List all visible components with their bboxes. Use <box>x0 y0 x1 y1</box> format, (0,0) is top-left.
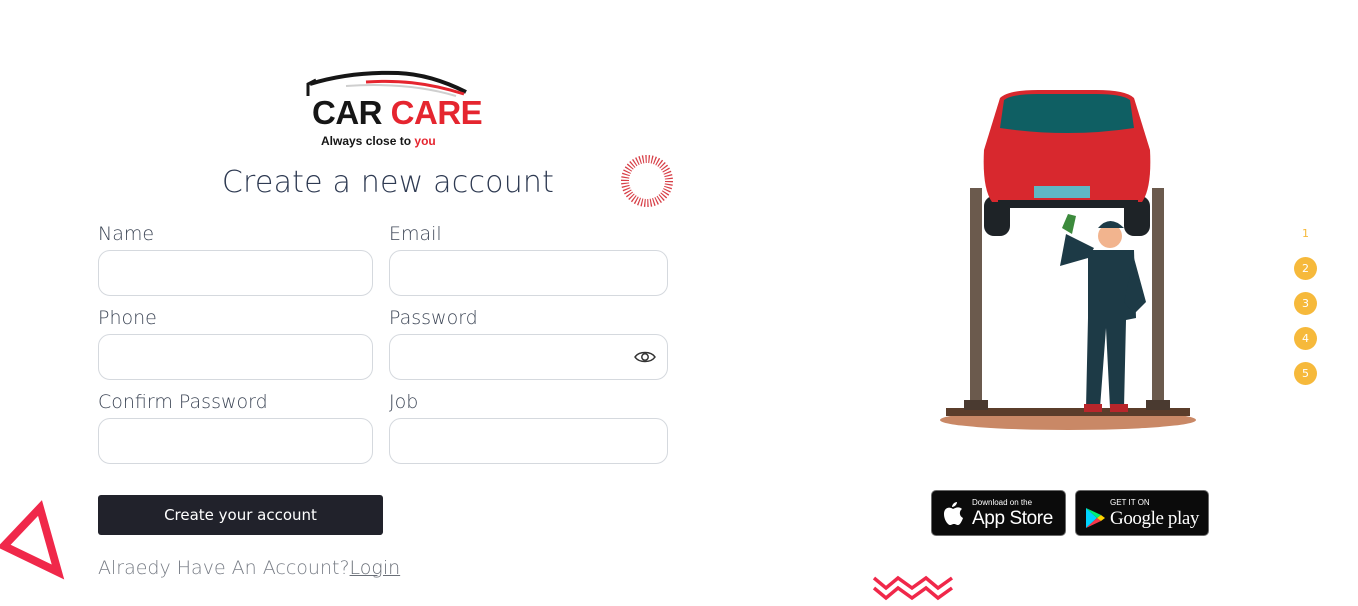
pager-item-5[interactable]: 5 <box>1294 362 1317 385</box>
google-play-big-text: Google play <box>1110 508 1199 529</box>
brand-name: CAR CARE <box>312 94 483 131</box>
confirm-password-label: Confirm Password <box>98 391 268 413</box>
create-account-button[interactable]: Create your account <box>98 495 383 535</box>
pager-item-3[interactable]: 3 <box>1294 292 1317 315</box>
zigzag-decoration <box>872 575 954 601</box>
password-input[interactable] <box>389 334 668 380</box>
login-prompt-text: Alraedy Have An Account? <box>98 557 350 579</box>
app-store-big-text: App Store <box>972 508 1053 529</box>
name-input[interactable] <box>98 250 373 296</box>
pager-item-2[interactable]: 2 <box>1294 257 1317 280</box>
pager-item-1[interactable]: 1 <box>1294 222 1317 245</box>
eye-icon[interactable] <box>634 349 656 365</box>
confirm-password-input[interactable] <box>98 418 373 464</box>
brand-tagline: Always close to you <box>321 134 436 148</box>
car-care-logo: CAR CARE Always close to you <box>306 70 483 150</box>
phone-input[interactable] <box>98 334 373 380</box>
phone-label: Phone <box>98 307 157 329</box>
page-title: Create a new account <box>221 165 555 200</box>
mechanic-car-lift-illustration <box>940 90 1196 430</box>
google-play-icon <box>1086 508 1105 528</box>
tagline-main: Always close to <box>321 134 412 148</box>
google-play-small-text: GET IT ON <box>1110 498 1150 507</box>
email-label: Email <box>389 223 442 245</box>
name-label: Name <box>98 223 155 245</box>
brand-name-part2: CARE <box>390 94 483 131</box>
login-link[interactable]: Login <box>350 557 401 579</box>
app-store-small-text: Download on the <box>972 498 1033 507</box>
password-label: Password <box>389 307 478 329</box>
tagline-accent: you <box>414 134 436 148</box>
apple-icon <box>944 502 963 525</box>
brand-name-part1: CAR <box>312 94 383 131</box>
google-play-button[interactable]: GET IT ON Google play <box>1075 490 1209 536</box>
app-store-button[interactable]: Download on the App Store <box>931 490 1066 536</box>
pager-item-4[interactable]: 4 <box>1294 327 1317 350</box>
email-input[interactable] <box>389 250 668 296</box>
login-prompt: Alraedy Have An Account?Login <box>98 557 400 579</box>
job-label: Job <box>389 391 419 413</box>
job-input[interactable] <box>389 418 668 464</box>
triangle-decoration <box>0 500 65 580</box>
